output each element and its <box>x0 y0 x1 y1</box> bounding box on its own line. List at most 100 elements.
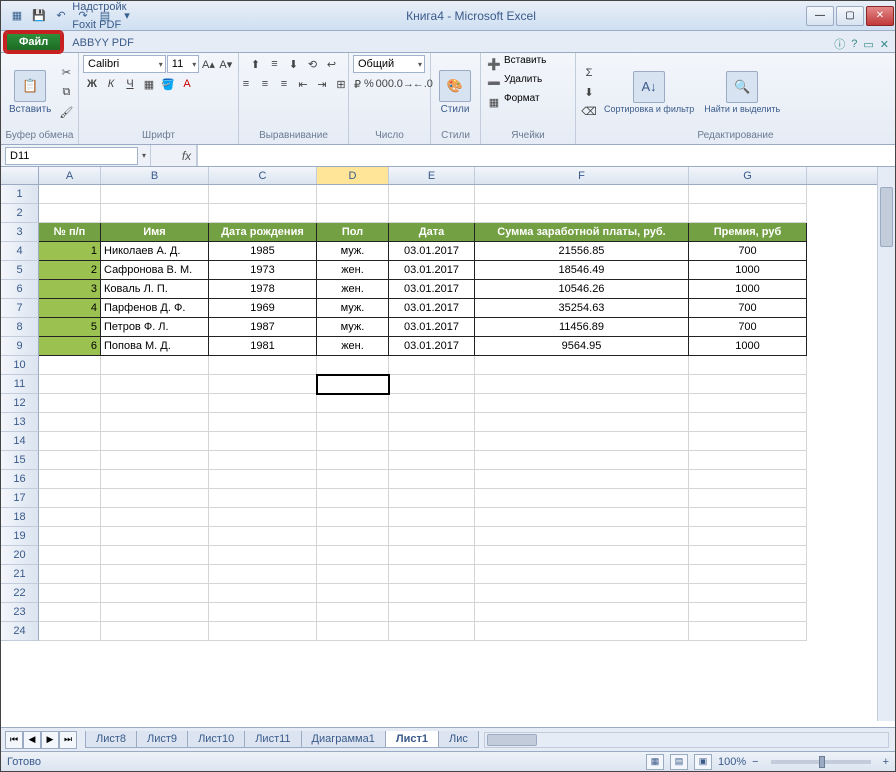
cut-icon[interactable]: ✂ <box>57 63 75 81</box>
cell-A21[interactable] <box>39 565 101 584</box>
cell-C10[interactable] <box>209 356 317 375</box>
cell-A13[interactable] <box>39 413 101 432</box>
fill-icon[interactable]: ⬇ <box>580 83 598 101</box>
cell-A3[interactable]: № п/п <box>39 223 101 242</box>
cell-D7[interactable]: муж. <box>317 299 389 318</box>
cell-D10[interactable] <box>317 356 389 375</box>
cell-D23[interactable] <box>317 603 389 622</box>
cell-D18[interactable] <box>317 508 389 527</box>
sheet-tab-лист8[interactable]: Лист8 <box>85 731 137 748</box>
cell-B18[interactable] <box>101 508 209 527</box>
underline-button[interactable]: Ч <box>121 75 139 93</box>
cell-D15[interactable] <box>317 451 389 470</box>
cell-C15[interactable] <box>209 451 317 470</box>
row-header-22[interactable]: 22 <box>1 584 39 603</box>
row-header-19[interactable]: 19 <box>1 527 39 546</box>
cell-E3[interactable]: Дата <box>389 223 475 242</box>
clear-icon[interactable]: ⌫ <box>580 102 598 120</box>
row-header-15[interactable]: 15 <box>1 451 39 470</box>
cell-G20[interactable] <box>689 546 807 565</box>
cell-C12[interactable] <box>209 394 317 413</box>
cell-G13[interactable] <box>689 413 807 432</box>
cell-E22[interactable] <box>389 584 475 603</box>
col-header-D[interactable]: D <box>317 167 389 184</box>
cell-E21[interactable] <box>389 565 475 584</box>
font-size-combo[interactable]: 11 <box>167 55 200 73</box>
cell-A7[interactable]: 4 <box>39 299 101 318</box>
cell-C19[interactable] <box>209 527 317 546</box>
tab-file[interactable]: Файл <box>5 32 62 52</box>
cell-C23[interactable] <box>209 603 317 622</box>
row-header-4[interactable]: 4 <box>1 242 39 261</box>
decrease-font-icon[interactable]: A▾ <box>218 55 234 73</box>
cell-G10[interactable] <box>689 356 807 375</box>
col-header-F[interactable]: F <box>475 167 689 184</box>
cell-E23[interactable] <box>389 603 475 622</box>
row-header-17[interactable]: 17 <box>1 489 39 508</box>
cell-F11[interactable] <box>475 375 689 394</box>
row-header-6[interactable]: 6 <box>1 280 39 299</box>
doc-close-icon[interactable]: ✕ <box>880 38 889 51</box>
row-header-7[interactable]: 7 <box>1 299 39 318</box>
sheet-tab-лист11[interactable]: Лист11 <box>244 731 301 748</box>
cell-F16[interactable] <box>475 470 689 489</box>
sheet-tab-лист10[interactable]: Лист10 <box>187 731 245 748</box>
cell-B16[interactable] <box>101 470 209 489</box>
row-header-12[interactable]: 12 <box>1 394 39 413</box>
cell-C6[interactable]: 1978 <box>209 280 317 299</box>
row-header-3[interactable]: 3 <box>1 223 39 242</box>
cell-D1[interactable] <box>317 185 389 204</box>
dec-decimal-icon[interactable]: ←.0 <box>414 75 432 93</box>
zoom-in-icon[interactable]: + <box>883 756 889 768</box>
cell-G9[interactable]: 1000 <box>689 337 807 356</box>
cell-F4[interactable]: 21556.85 <box>475 242 689 261</box>
cell-B17[interactable] <box>101 489 209 508</box>
number-format-combo[interactable]: Общий <box>353 55 425 73</box>
save-icon[interactable]: 💾 <box>29 6 49 26</box>
cell-E14[interactable] <box>389 432 475 451</box>
row-header-2[interactable]: 2 <box>1 204 39 223</box>
cell-E10[interactable] <box>389 356 475 375</box>
cell-F12[interactable] <box>475 394 689 413</box>
cell-D9[interactable]: жен. <box>317 337 389 356</box>
cell-F21[interactable] <box>475 565 689 584</box>
indent-inc-icon[interactable]: ⇥ <box>313 75 331 93</box>
cell-E1[interactable] <box>389 185 475 204</box>
row-header-20[interactable]: 20 <box>1 546 39 565</box>
cell-F3[interactable]: Сумма заработной платы, руб. <box>475 223 689 242</box>
align-middle-icon[interactable]: ≡ <box>266 55 284 73</box>
cell-E24[interactable] <box>389 622 475 641</box>
font-color-icon[interactable]: A <box>178 75 196 93</box>
cell-G1[interactable] <box>689 185 807 204</box>
view-break-icon[interactable]: ▣ <box>694 754 712 770</box>
cell-E5[interactable]: 03.01.2017 <box>389 261 475 280</box>
zoom-out-icon[interactable]: − <box>752 756 758 768</box>
sheet-tab-лист1[interactable]: Лист1 <box>385 731 439 748</box>
cell-D14[interactable] <box>317 432 389 451</box>
styles-button[interactable]: 🎨 Стили <box>435 68 475 117</box>
cell-C1[interactable] <box>209 185 317 204</box>
col-header-A[interactable]: A <box>39 167 101 184</box>
formula-input[interactable] <box>197 145 895 166</box>
cell-D2[interactable] <box>317 204 389 223</box>
increase-font-icon[interactable]: A▴ <box>200 55 216 73</box>
cell-G8[interactable]: 700 <box>689 318 807 337</box>
cell-F6[interactable]: 10546.26 <box>475 280 689 299</box>
cell-D8[interactable]: муж. <box>317 318 389 337</box>
fx-icon[interactable]: fx <box>177 145 197 166</box>
cell-D6[interactable]: жен. <box>317 280 389 299</box>
cell-F20[interactable] <box>475 546 689 565</box>
cell-E19[interactable] <box>389 527 475 546</box>
maximize-button[interactable]: ▢ <box>836 6 864 26</box>
cell-D5[interactable]: жен. <box>317 261 389 280</box>
view-layout-icon[interactable]: ▤ <box>670 754 688 770</box>
cell-A20[interactable] <box>39 546 101 565</box>
autosum-icon[interactable]: Σ <box>580 64 598 82</box>
orientation-icon[interactable]: ⟲ <box>304 55 322 73</box>
sheet-nav-next-icon[interactable]: ▶ <box>41 731 59 749</box>
cell-C7[interactable]: 1969 <box>209 299 317 318</box>
zoom-slider[interactable] <box>771 760 871 764</box>
cell-D16[interactable] <box>317 470 389 489</box>
cell-F14[interactable] <box>475 432 689 451</box>
cell-C14[interactable] <box>209 432 317 451</box>
